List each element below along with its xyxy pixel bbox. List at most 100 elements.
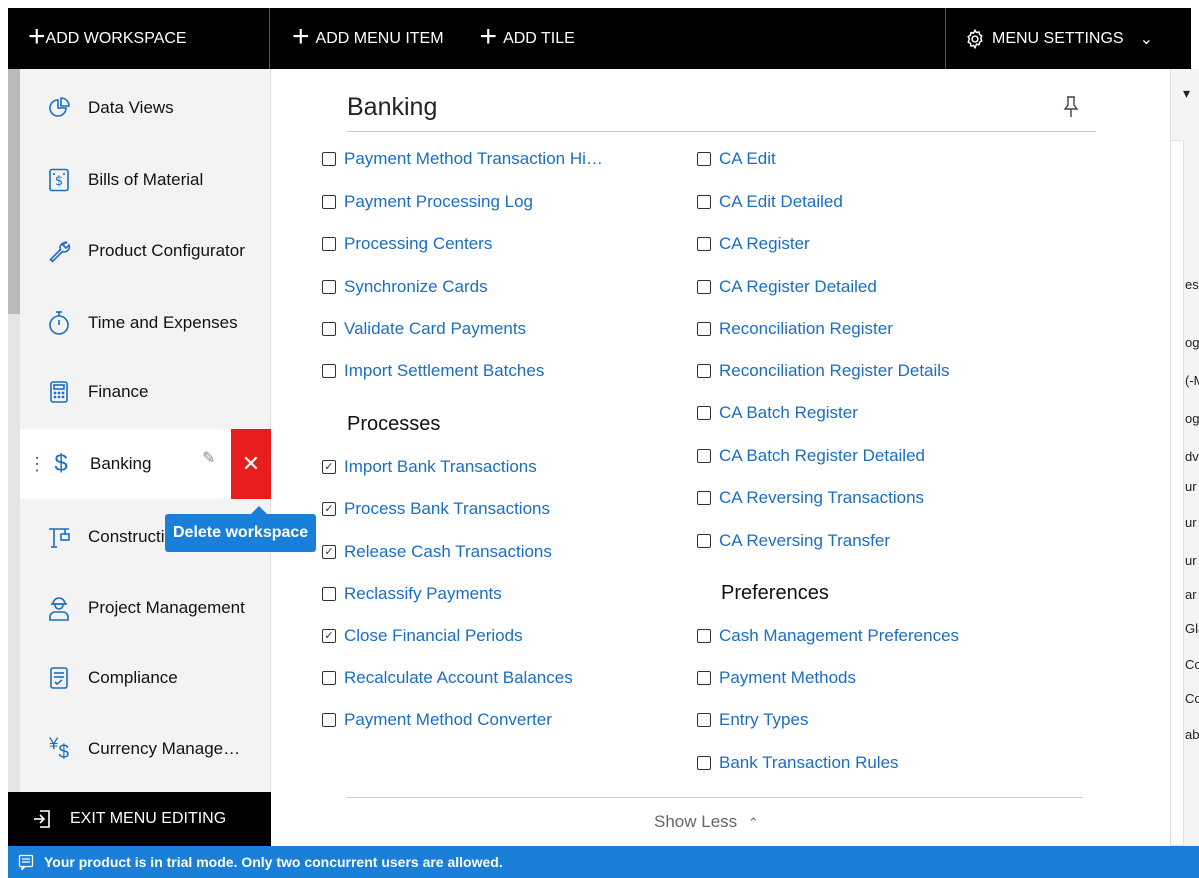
checkbox[interactable] — [697, 671, 711, 685]
sidebar-item-currency-management[interactable]: ¥ $ Currency Manage… — [20, 720, 271, 778]
menu-link[interactable]: CA Edit Detailed — [697, 191, 843, 213]
menu-link[interactable]: CA Register Detailed — [697, 276, 877, 298]
menu-link-label: CA Edit Detailed — [719, 192, 843, 211]
background-text: (-M — [1185, 373, 1199, 388]
menu-link-label: Validate Card Payments — [344, 319, 527, 338]
checkbox[interactable] — [697, 629, 711, 643]
trial-status-bar: Your product is in trial mode. Only two … — [8, 846, 1199, 878]
menu-link[interactable]: Bank Transaction Rules — [697, 752, 899, 774]
checkbox-checked[interactable]: ✓ — [322, 460, 336, 474]
sidebar-item-banking[interactable]: ⋮ $ Banking ✎ ✕ — [20, 429, 271, 499]
background-text: og — [1185, 335, 1199, 350]
checkbox[interactable] — [697, 491, 711, 505]
checkbox[interactable] — [697, 364, 711, 378]
background-text: dv — [1185, 449, 1199, 464]
checkbox[interactable] — [697, 280, 711, 294]
checkbox[interactable] — [322, 195, 336, 209]
checkbox[interactable] — [322, 671, 336, 685]
menu-link[interactable]: Synchronize Cards — [322, 276, 488, 298]
exit-menu-editing-button[interactable]: EXIT MENU EDITING — [8, 792, 271, 846]
background-text: Cor — [1185, 691, 1199, 706]
sidebar-item-compliance[interactable]: Compliance — [20, 649, 271, 707]
checkbox[interactable] — [697, 237, 711, 251]
sidebar-item-label: Banking — [90, 454, 152, 473]
section-heading-preferences: Preferences — [721, 582, 829, 604]
menu-link[interactable]: CA Edit — [697, 148, 776, 170]
drag-handle-icon[interactable]: ⋮ — [28, 454, 46, 475]
checkbox-checked[interactable]: ✓ — [322, 545, 336, 559]
svg-text:$: $ — [55, 174, 63, 189]
show-less-label: Show Less — [654, 812, 738, 831]
checkbox[interactable] — [697, 756, 711, 770]
checkbox[interactable] — [322, 587, 336, 601]
checkbox[interactable] — [697, 322, 711, 336]
menu-link-label: CA Batch Register Detailed — [719, 446, 925, 465]
sidebar-item-bills-of-material[interactable]: $ Bills of Material — [20, 151, 271, 209]
checkbox[interactable] — [697, 534, 711, 548]
menu-link[interactable]: Payment Processing Log — [322, 191, 533, 213]
delete-workspace-button[interactable]: ✕ — [231, 429, 271, 499]
add-workspace-button[interactable]: + ADD WORKSPACE — [8, 8, 270, 69]
edit-pencil-icon[interactable]: ✎ — [202, 448, 215, 468]
add-menu-item-button[interactable]: + ADD MENU ITEM — [292, 22, 444, 52]
sidebar-item-label: Finance — [88, 382, 149, 401]
menu-link[interactable]: Payment Methods — [697, 667, 856, 689]
checkbox-checked[interactable]: ✓ — [322, 502, 336, 516]
menu-link-label: CA Reversing Transactions — [719, 488, 925, 507]
menu-link[interactable]: Validate Card Payments — [322, 318, 526, 340]
sidebar-item-label: Bills of Material — [88, 170, 204, 189]
add-menu-item-label: ADD MENU ITEM — [315, 29, 444, 47]
sidebar-item-data-views[interactable]: Data Views — [20, 79, 271, 137]
menu-link-label: Recalculate Account Balances — [344, 668, 573, 687]
checkbox[interactable] — [322, 322, 336, 336]
checkbox[interactable] — [322, 152, 336, 166]
panel-scrollbar[interactable] — [1170, 140, 1184, 846]
bottom-divider — [347, 797, 1083, 798]
add-tile-button[interactable]: + ADD TILE — [480, 22, 575, 52]
menu-link[interactable]: Reclassify Payments — [322, 583, 502, 605]
menu-link-label: Reclassify Payments — [344, 584, 502, 603]
sidebar-item-time-and-expenses[interactable]: Time and Expenses — [20, 294, 271, 352]
checkbox[interactable] — [697, 195, 711, 209]
checkbox[interactable] — [322, 237, 336, 251]
menu-link[interactable]: Processing Centers — [322, 233, 492, 255]
menu-link[interactable]: CA Batch Register — [697, 402, 858, 424]
menu-link[interactable]: CA Batch Register Detailed — [697, 445, 925, 467]
sidebar-item-product-configurator[interactable]: Product Configurator — [20, 222, 271, 280]
menu-link[interactable]: Reconciliation Register Details — [697, 360, 950, 382]
show-less-button[interactable]: Show Less ⌃ — [654, 812, 759, 832]
menu-link[interactable]: Payment Method Converter — [322, 709, 552, 731]
sidebar-item-finance[interactable]: Finance — [20, 363, 271, 421]
menu-link[interactable]: Import Settlement Batches — [322, 360, 544, 382]
checklist-icon — [44, 666, 74, 690]
sidebar-scroll-thumb[interactable] — [8, 69, 20, 314]
menu-link[interactable]: ✓ Close Financial Periods — [322, 625, 523, 647]
sidebar-item-project-management[interactable]: Project Management — [20, 579, 271, 637]
checkbox[interactable] — [322, 280, 336, 294]
menu-link[interactable]: Reconciliation Register — [697, 318, 893, 340]
checkbox-checked[interactable]: ✓ — [322, 629, 336, 643]
menu-link[interactable]: ✓ Release Cash Transactions — [322, 541, 552, 563]
menu-link[interactable]: Recalculate Account Balances — [322, 667, 573, 689]
menu-link[interactable]: ✓ Import Bank Transactions — [322, 456, 537, 478]
menu-settings-button[interactable]: MENU SETTINGS ⌄ — [945, 8, 1191, 69]
menu-link-label: CA Edit — [719, 149, 776, 168]
exit-icon — [34, 810, 50, 828]
pin-icon[interactable] — [1063, 96, 1079, 123]
checkbox[interactable] — [697, 449, 711, 463]
menu-link-label: CA Register — [719, 234, 810, 253]
checkbox[interactable] — [697, 713, 711, 727]
menu-link[interactable]: ✓ Process Bank Transactions — [322, 498, 550, 520]
menu-link[interactable]: Entry Types — [697, 709, 808, 731]
checkbox[interactable] — [322, 364, 336, 378]
menu-link[interactable]: Cash Management Preferences — [697, 625, 959, 647]
checkbox[interactable] — [697, 406, 711, 420]
checkbox[interactable] — [322, 713, 336, 727]
menu-link[interactable]: Payment Method Transaction Hi… — [322, 148, 603, 170]
menu-link[interactable]: CA Reversing Transactions — [697, 487, 924, 509]
menu-link-label: Reconciliation Register — [719, 319, 893, 338]
menu-link[interactable]: CA Reversing Transfer — [697, 530, 890, 552]
checkbox[interactable] — [697, 152, 711, 166]
menu-link[interactable]: CA Register — [697, 233, 810, 255]
menu-link-label: Release Cash Transactions — [344, 542, 552, 561]
